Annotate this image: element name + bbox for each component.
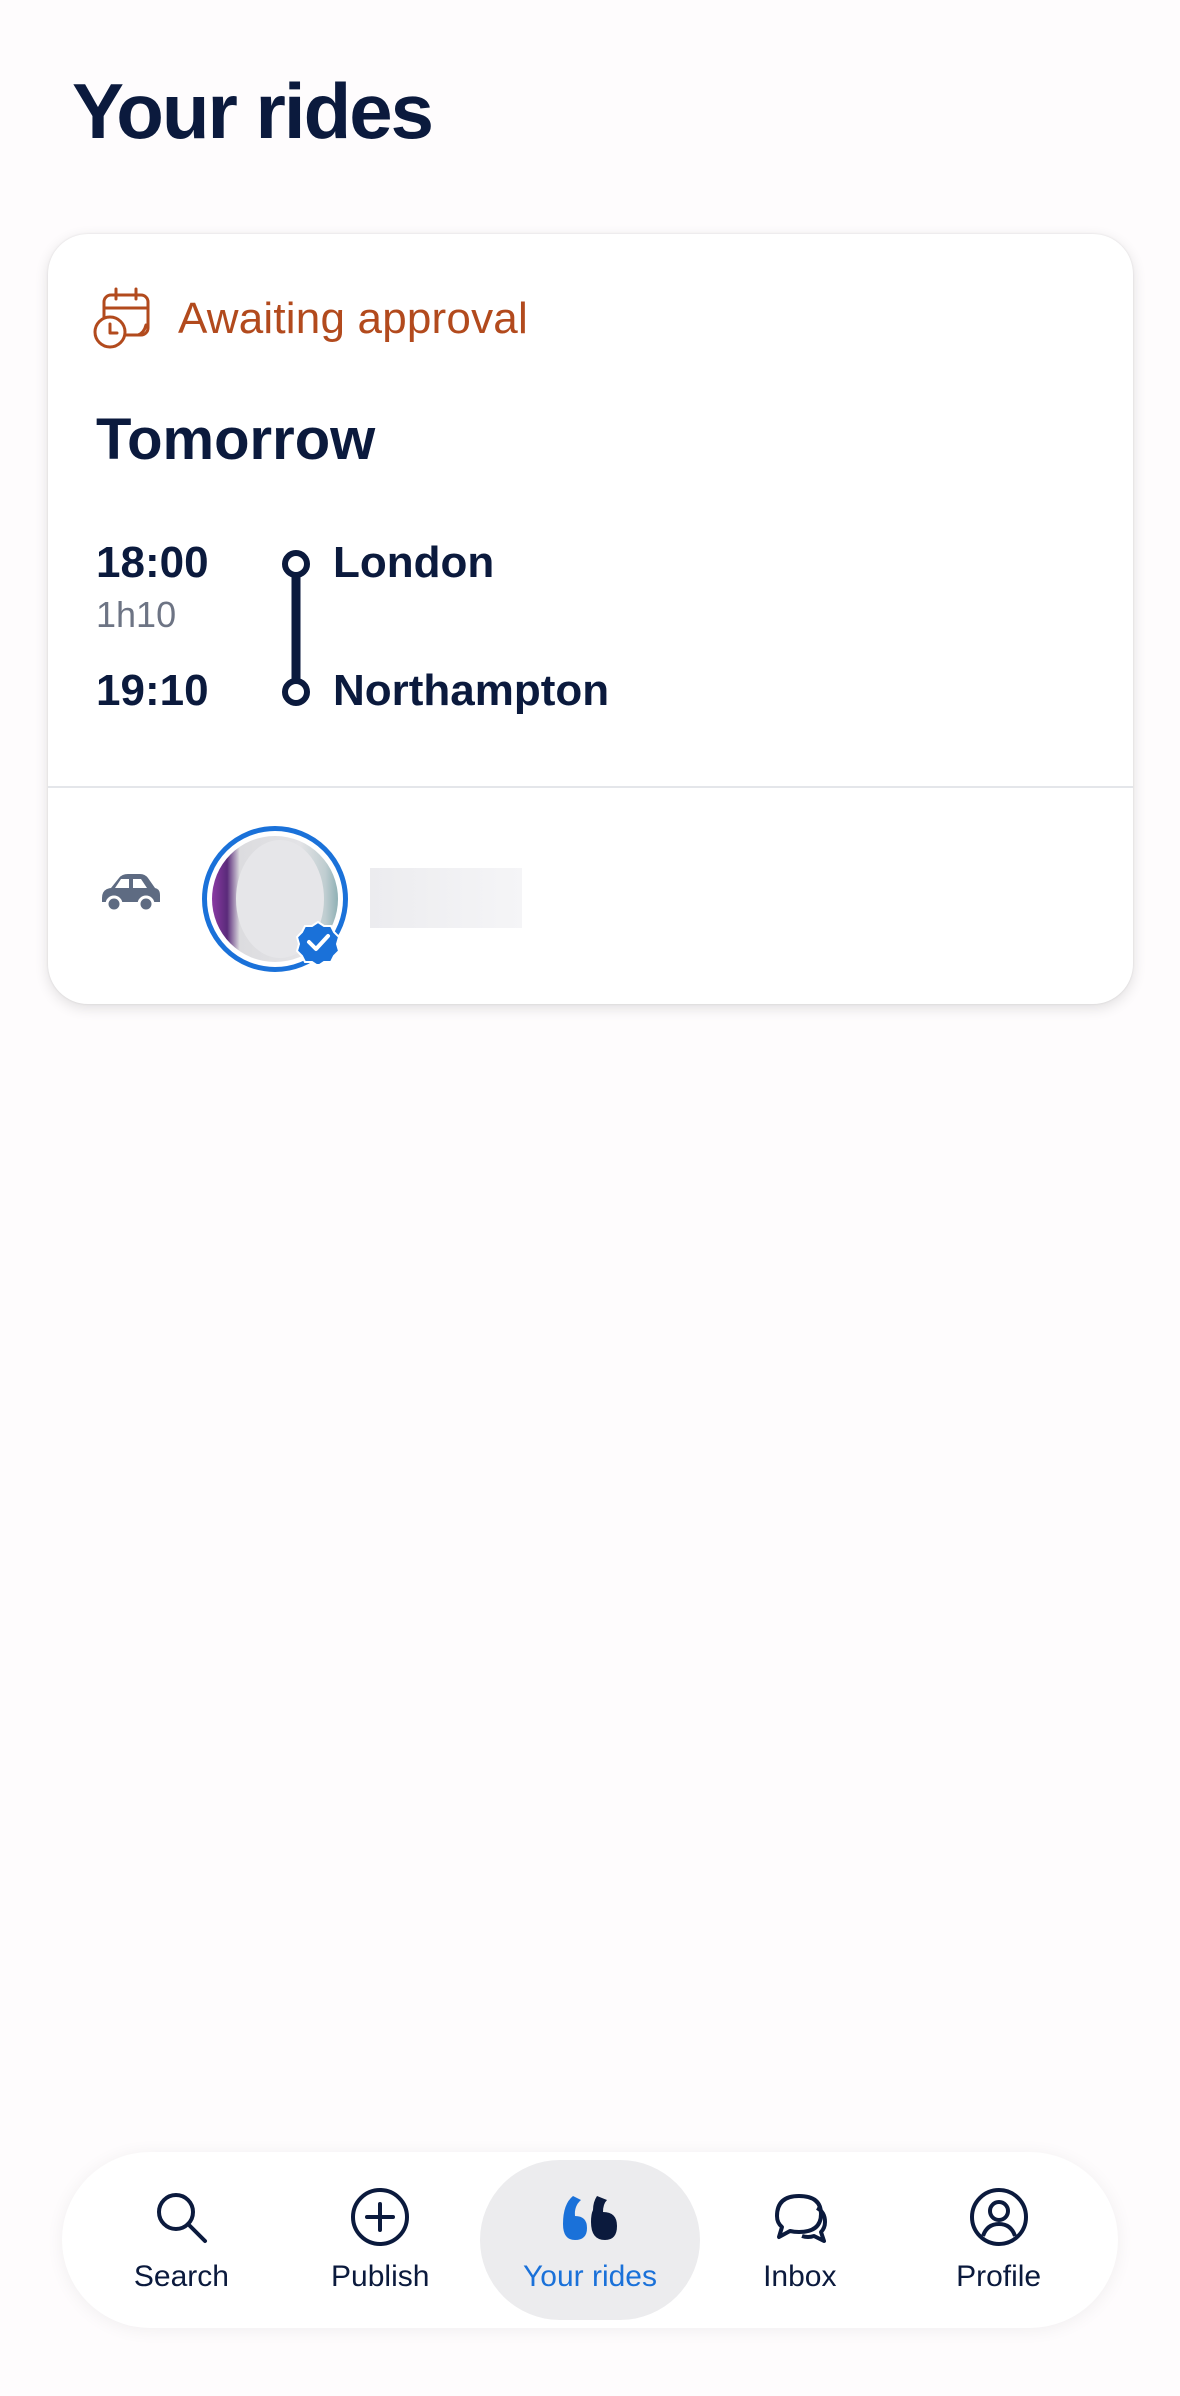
car-icon <box>102 874 160 912</box>
ride-status: Awaiting approval <box>90 286 528 352</box>
departure-city: London <box>333 538 495 587</box>
user-circle-icon <box>969 2188 1028 2246</box>
nav-inbox-label: Inbox <box>763 2260 837 2293</box>
nav-profile-label: Profile <box>956 2260 1042 2293</box>
status-text: Awaiting approval <box>178 294 528 343</box>
nav-search-label: Search <box>133 2260 229 2293</box>
nav-inbox[interactable]: Inbox <box>700 2160 899 2320</box>
nav-profile[interactable]: Profile <box>899 2160 1098 2320</box>
plus-circle-icon <box>351 2188 410 2246</box>
route-timeline <box>282 550 310 706</box>
nav-publish[interactable]: Publish <box>281 2160 480 2320</box>
itinerary: 18:00 1h10 19:10 London Northampton <box>96 534 996 715</box>
bottom-navigation: Search Publish Your rides Inbox Profile <box>62 2152 1118 2328</box>
your-rides-screen: Your rides Awaiting approval Tomorrow 18… <box>0 0 1180 2396</box>
calendar-clock-icon <box>93 287 150 349</box>
departure-time: 18:00 <box>96 538 209 587</box>
ride-date: Tomorrow <box>96 407 376 472</box>
driver-avatar[interactable] <box>202 826 348 972</box>
your-rides-icon <box>563 2196 617 2240</box>
arrival-time: 19:10 <box>96 666 209 715</box>
page-title: Your rides <box>72 67 434 155</box>
verified-badge-icon <box>296 920 340 964</box>
search-icon <box>157 2193 208 2243</box>
driver-row[interactable] <box>48 788 1133 1004</box>
nav-publish-label: Publish <box>331 2260 430 2293</box>
chat-bubbles-icon <box>774 2194 827 2243</box>
nav-search[interactable]: Search <box>82 2160 281 2320</box>
ride-card[interactable]: Awaiting approval Tomorrow 18:00 1h10 19… <box>48 234 1133 1004</box>
nav-your-rides[interactable]: Your rides <box>479 2160 701 2320</box>
driver-name-redacted <box>370 868 522 928</box>
arrival-city: Northampton <box>333 666 610 715</box>
trip-duration: 1h10 <box>96 594 177 635</box>
nav-your-rides-label: Your rides <box>523 2260 657 2293</box>
